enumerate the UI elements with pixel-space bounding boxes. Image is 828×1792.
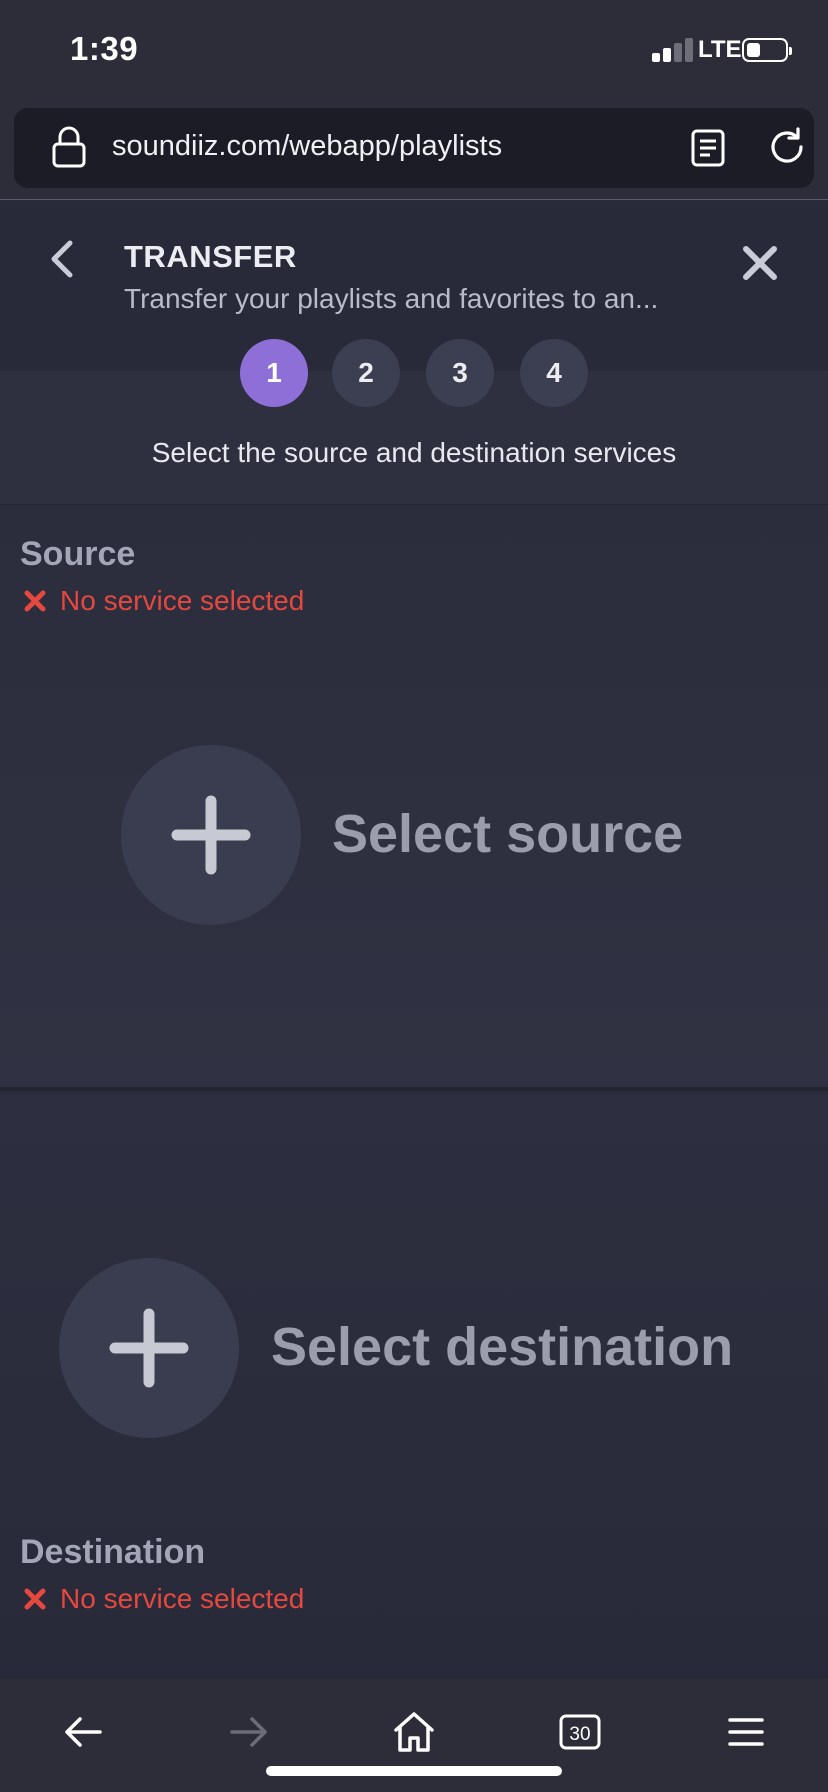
select-destination-button[interactable] xyxy=(59,1258,239,1438)
step-1[interactable]: 1 xyxy=(240,339,308,407)
plus-icon xyxy=(171,795,251,875)
destination-label: Destination xyxy=(20,1533,206,1571)
status-bar: 1:39 LTE xyxy=(0,0,828,100)
network-label: LTE xyxy=(698,36,742,63)
destination-panel: Select destination Destination No servic… xyxy=(0,1095,828,1678)
plus-icon xyxy=(109,1308,189,1388)
steps-caption: Select the source and destination servic… xyxy=(151,437,677,468)
url-bar[interactable]: soundiiz.com/webapp/playlists xyxy=(14,108,814,188)
x-mark-icon xyxy=(24,590,46,612)
battery-icon xyxy=(742,38,792,62)
transfer-header: TRANSFER Transfer your playlists and fav… xyxy=(0,201,828,371)
menu-icon[interactable] xyxy=(722,1708,770,1756)
source-label: Source xyxy=(20,535,136,573)
home-icon[interactable] xyxy=(390,1708,438,1756)
page-title: TRANSFER xyxy=(124,239,297,274)
source-status: No service selected xyxy=(24,585,304,617)
steps-indicator: 1 2 3 4 Select the source and destinatio… xyxy=(0,339,828,505)
tabs-icon[interactable]: 30 xyxy=(556,1708,604,1756)
signal-icon xyxy=(652,38,694,62)
x-mark-icon xyxy=(24,1588,46,1610)
arrow-left-icon[interactable] xyxy=(60,1708,108,1756)
step-2[interactable]: 2 xyxy=(332,339,400,407)
close-icon[interactable] xyxy=(742,245,778,281)
step-3[interactable]: 3 xyxy=(426,339,494,407)
reload-icon[interactable] xyxy=(766,126,808,168)
home-indicator[interactable] xyxy=(266,1766,562,1776)
arrow-right-icon[interactable] xyxy=(224,1708,272,1756)
destination-status: No service selected xyxy=(24,1583,304,1615)
lock-icon xyxy=(52,126,86,168)
select-destination-label[interactable]: Select destination xyxy=(271,1316,733,1378)
url-text[interactable]: soundiiz.com/webapp/playlists xyxy=(112,130,502,163)
select-source-button[interactable] xyxy=(121,745,301,925)
tab-count: 30 xyxy=(569,1724,590,1745)
status-time: 1:39 xyxy=(70,30,139,67)
source-status-text: No service selected xyxy=(60,585,305,616)
step-4[interactable]: 4 xyxy=(520,339,588,407)
destination-status-text: No service selected xyxy=(60,1583,305,1614)
reader-icon[interactable] xyxy=(690,128,726,168)
page-subtitle: Transfer your playlists and favorites to… xyxy=(124,283,659,314)
browser-url-bar-area: soundiiz.com/webapp/playlists xyxy=(0,100,828,200)
chevron-left-icon[interactable] xyxy=(48,239,76,279)
source-panel: Source No service selected Select source xyxy=(0,505,828,1091)
select-source-label[interactable]: Select source xyxy=(332,803,683,865)
